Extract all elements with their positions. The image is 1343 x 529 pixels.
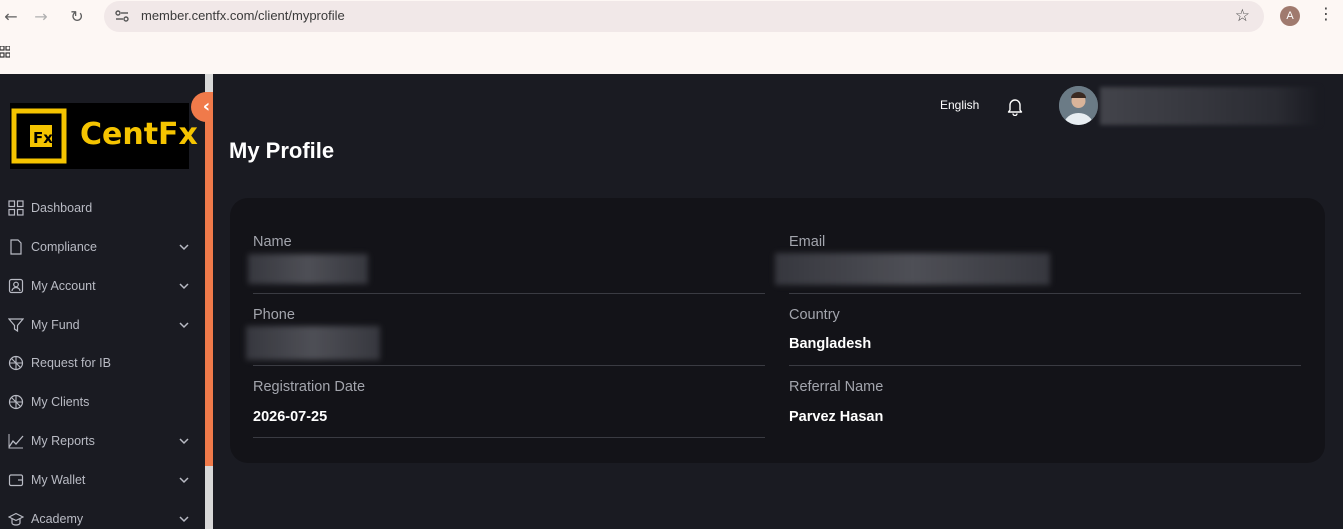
sidebar-item-label: Academy: [31, 512, 84, 526]
registration-divider: [253, 437, 765, 438]
registration-date-label: Registration Date: [253, 379, 366, 395]
sidebar-item-my-clients[interactable]: My Clients: [0, 387, 205, 417]
chevron-down-icon[interactable]: [178, 513, 190, 525]
email-divider: [789, 293, 1301, 294]
redacted-name-value: [248, 254, 368, 284]
redacted-email-value: [775, 253, 1050, 285]
sidebar-item-label: My Clients: [31, 395, 90, 409]
dashboard-icon: [8, 200, 24, 216]
sidebar-item-academy[interactable]: Academy: [0, 504, 205, 529]
user-photo-icon: [1059, 86, 1098, 125]
sidebar-item-my-fund[interactable]: My Fund: [0, 310, 205, 340]
ib-icon: [8, 355, 24, 371]
sidebar-item-label: Dashboard: [31, 201, 93, 215]
notification-bell-icon[interactable]: [1005, 96, 1025, 116]
url-text: member.centfx.com/client/myprofile: [141, 8, 345, 23]
academy-icon: [8, 512, 24, 526]
reports-icon: [8, 434, 24, 449]
country-label: Country: [789, 307, 840, 323]
logo-text: CentFx: [80, 117, 198, 152]
sidebar-item-my-wallet[interactable]: My Wallet: [0, 465, 205, 495]
language-selector[interactable]: English: [940, 98, 979, 112]
sidebar-item-label: My Account: [31, 279, 96, 293]
svg-text:Fx: Fx: [33, 129, 53, 147]
sidebar-item-my-reports[interactable]: My Reports: [0, 426, 205, 456]
email-label: Email: [789, 234, 826, 250]
page-title: My Profile: [229, 138, 335, 163]
referral-name-label: Referral Name: [789, 379, 884, 395]
country-divider: [789, 365, 1301, 366]
browser-profile-avatar[interactable]: A: [1280, 6, 1300, 26]
sidebar: Fx CentFx Dashboard Compliance My Account M…: [0, 74, 205, 529]
sidebar-item-dashboard[interactable]: Dashboard: [0, 193, 205, 223]
sidebar-scroll-thumb[interactable]: [205, 92, 213, 466]
sidebar-scrollbar[interactable]: [205, 74, 213, 529]
chevron-down-icon[interactable]: [178, 319, 190, 331]
referral-name-value: Parvez Hasan: [789, 409, 884, 425]
apps-grid-icon[interactable]: [0, 46, 10, 60]
chevron-down-icon[interactable]: [178, 474, 190, 486]
clients-icon: [8, 394, 24, 410]
phone-label: Phone: [253, 307, 295, 323]
account-icon: [8, 278, 24, 294]
sidebar-item-label: Compliance: [31, 240, 98, 254]
country-value: Bangladesh: [789, 336, 872, 352]
profile-card: Name Email Phone Country Bangladesh Regi…: [230, 198, 1325, 463]
chevron-down-icon[interactable]: [178, 241, 190, 253]
phone-divider: [253, 365, 765, 366]
sidebar-item-label: Request for IB: [31, 356, 111, 370]
wallet-icon: [8, 474, 24, 487]
browser-toolbar: ← → ↻ member.centfx.com/client/myprofile…: [0, 0, 1343, 74]
back-icon[interactable]: ←: [0, 6, 22, 28]
name-label: Name: [253, 234, 292, 250]
site-settings-icon[interactable]: [114, 8, 130, 24]
registration-date-value: 2026-07-25: [253, 409, 328, 425]
user-avatar[interactable]: [1059, 86, 1098, 125]
document-icon: [10, 239, 22, 255]
sidebar-item-label: My Reports: [31, 434, 95, 448]
bookmark-star-icon[interactable]: ☆: [1235, 6, 1250, 26]
reload-icon[interactable]: ↻: [66, 6, 88, 28]
sidebar-item-my-account[interactable]: My Account: [0, 271, 205, 301]
browser-menu-icon[interactable]: ⋮: [1318, 4, 1334, 23]
address-bar[interactable]: member.centfx.com/client/myprofile ☆: [104, 1, 1264, 32]
forward-icon[interactable]: →: [30, 6, 52, 28]
fund-icon: [8, 318, 24, 333]
redacted-phone-value: [246, 326, 380, 360]
chevron-down-icon[interactable]: [178, 435, 190, 447]
sidebar-item-compliance[interactable]: Compliance: [0, 232, 205, 262]
sidebar-item-label: My Fund: [31, 318, 80, 332]
sidebar-item-label: My Wallet: [31, 473, 86, 487]
chevron-down-icon[interactable]: [178, 280, 190, 292]
redacted-username: [1100, 87, 1320, 125]
name-divider: [253, 293, 765, 294]
sidebar-item-request-for-ib[interactable]: Request for IB: [0, 348, 205, 378]
centfx-logo[interactable]: Fx CentFx: [10, 103, 198, 169]
